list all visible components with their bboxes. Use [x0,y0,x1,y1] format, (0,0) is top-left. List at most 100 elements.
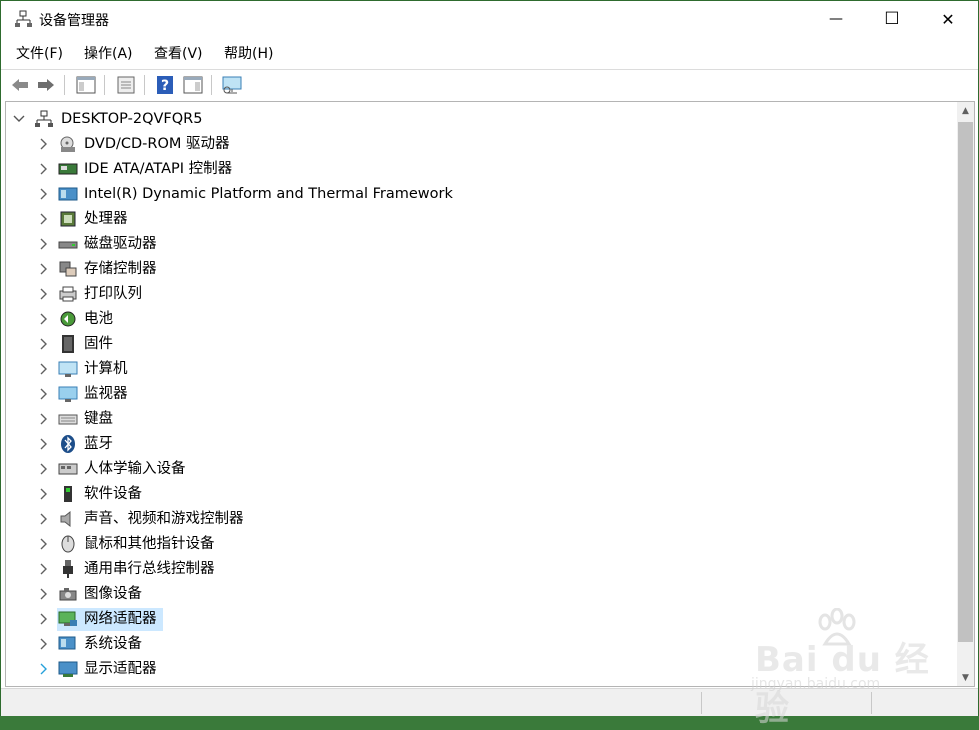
tree-item-label: Intel(R) Dynamic Platform and Thermal Fr… [84,186,453,202]
tree-item[interactable]: 监视器 [6,382,956,407]
expand-chevron-right-icon[interactable] [38,238,50,250]
expand-chevron-right-icon[interactable] [38,513,50,525]
expand-chevron-right-icon[interactable] [38,163,50,175]
tree-item[interactable]: 计算机 [6,357,956,382]
network-adapter-icon [58,611,77,626]
menu-view[interactable]: 查看(V) [154,43,203,63]
expand-chevron-right-icon[interactable] [38,138,50,150]
expand-chevron-right-icon[interactable] [38,538,50,550]
minimize-button[interactable]: — [808,1,864,37]
tree-item[interactable]: 系统设备 [6,632,956,657]
tree-item-label: 人体学输入设备 [84,461,186,477]
tree-item-label: 通用串行总线控制器 [84,561,215,577]
expand-chevron-right-icon[interactable] [38,263,50,275]
menu-action[interactable]: 操作(A) [84,43,133,63]
expand-chevron-right-icon[interactable] [38,388,50,400]
computer-icon [58,361,78,377]
tree-item[interactable]: 键盘 [6,407,956,432]
monitor-icon [58,386,78,402]
expand-chevron-right-icon[interactable] [38,188,50,200]
expand-chevron-right-icon[interactable] [38,638,50,650]
keyboard-icon [58,414,78,425]
help-icon[interactable]: ? [153,73,177,97]
software-device-icon [64,486,72,502]
status-bar [1,688,978,716]
processor-icon [60,211,76,227]
tree-item[interactable]: 固件 [6,332,956,357]
expand-chevron-right-icon[interactable] [38,213,50,225]
firmware-icon [62,335,74,353]
expand-chevron-right-icon[interactable] [38,288,50,300]
tree-item[interactable]: Intel(R) Dynamic Platform and Thermal Fr… [6,182,956,207]
window-title: 设备管理器 [39,13,109,29]
back-arrow-icon[interactable] [8,73,32,97]
close-button[interactable]: ✕ [920,1,976,37]
expand-chevron-right-icon[interactable] [38,663,50,675]
device-tree: DESKTOP-2QVFQR5 DVD/CD-ROM 驱动器 IDE ATA/AT… [5,101,975,687]
usb-icon [63,560,73,578]
monitor-scan-icon[interactable] [220,73,244,97]
tree-item-label: 网络适配器 [84,611,157,627]
expand-chevron-right-icon[interactable] [38,338,50,350]
disk-drive-icon [58,241,78,249]
device-manager-app-icon [15,10,32,27]
expand-chevron-right-icon[interactable] [38,488,50,500]
tree-item[interactable]: 声音、视频和游戏控制器 [6,507,956,532]
speaker-icon [60,510,71,528]
tree-item[interactable]: 图像设备 [6,582,956,607]
menu-file[interactable]: 文件(F) [16,43,63,63]
tree-item-label: 监视器 [84,386,128,402]
tree-root[interactable]: DESKTOP-2QVFQR5 [6,107,956,132]
display-adapter-icon [58,661,78,677]
intel-thermal-icon [58,187,78,201]
action-pane-icon[interactable] [181,73,205,97]
expand-chevron-down-icon[interactable] [13,113,25,125]
maximize-button[interactable]: ☐ [864,1,920,37]
toolbar-separator [104,75,105,95]
tree-item-label: DVD/CD-ROM 驱动器 [84,136,230,152]
toolbar: ? [1,69,978,100]
tree-item[interactable]: IDE ATA/ATAPI 控制器 [6,157,956,182]
tree-item-label: 图像设备 [84,586,142,602]
tree-item-label: 电池 [84,311,113,327]
show-hide-console-tree-icon[interactable] [74,73,98,97]
expand-chevron-right-icon[interactable] [38,563,50,575]
properties-icon[interactable] [114,73,138,97]
tree-item[interactable]: DVD/CD-ROM 驱动器 [6,132,956,157]
tree-item-label: IDE ATA/ATAPI 控制器 [84,161,233,177]
expand-chevron-right-icon[interactable] [38,463,50,475]
tree-item[interactable]: 打印队列 [6,282,956,307]
tree-item-label: 计算机 [84,361,128,377]
maximize-icon: ☐ [884,9,900,29]
tree-item[interactable]: 软件设备 [6,482,956,507]
expand-chevron-right-icon[interactable] [38,313,50,325]
tree-item-label: 存储控制器 [84,261,157,277]
tree-item[interactable]: 显示适配器 [6,657,956,682]
tree-item[interactable]: 人体学输入设备 [6,457,956,482]
tree-item[interactable]: 处理器 [6,207,956,232]
menu-help[interactable]: 帮助(H) [224,43,273,63]
camera-icon [59,588,77,601]
tree-item-label: 软件设备 [84,486,142,502]
vertical-scrollbar[interactable]: ▲ ▼ [957,102,974,686]
expand-chevron-right-icon[interactable] [38,588,50,600]
scroll-thumb[interactable] [958,122,973,642]
tree-item[interactable]: 磁盘驱动器 [6,232,956,257]
expand-chevron-right-icon[interactable] [38,613,50,625]
scroll-up-arrow-icon[interactable]: ▲ [957,102,974,119]
scroll-down-arrow-icon[interactable]: ▼ [957,669,974,686]
tree-item[interactable]: 电池 [6,307,956,332]
tree-item-label: 磁盘驱动器 [84,236,157,252]
tree-item[interactable]: 通用串行总线控制器 [6,557,956,582]
expand-chevron-right-icon[interactable] [38,438,50,450]
expand-chevron-right-icon[interactable] [38,413,50,425]
forward-arrow-icon[interactable] [34,73,58,97]
tree-item[interactable]: 存储控制器 [6,257,956,282]
tree-item[interactable]: 鼠标和其他指针设备 [6,532,956,557]
tree-root-label: DESKTOP-2QVFQR5 [61,111,203,127]
tree-item[interactable]: 蓝牙 [6,432,956,457]
printer-icon [59,286,77,302]
tree-item[interactable]: 网络适配器 [6,607,956,632]
battery-icon [60,311,76,327]
expand-chevron-right-icon[interactable] [38,363,50,375]
